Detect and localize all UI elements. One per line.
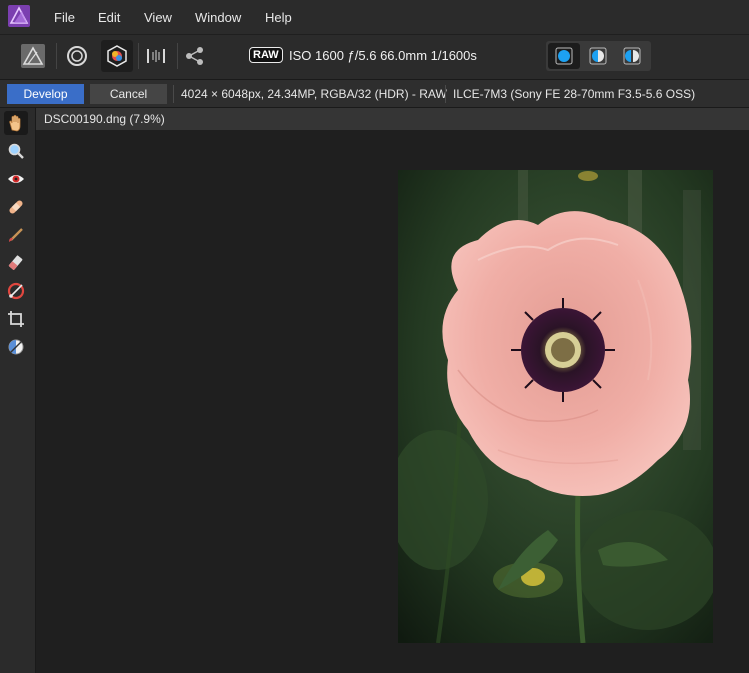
affinity-photo-logo-icon[interactable] [8,5,30,27]
persona-liquify-icon[interactable] [61,40,93,72]
view-mode-group [546,41,651,71]
persona-photo-icon[interactable] [17,40,49,72]
crop-tool-icon[interactable] [4,307,28,331]
develop-button[interactable]: Develop [7,84,84,104]
mirror-view-icon[interactable] [616,43,648,69]
view-tool-icon[interactable] [4,111,28,135]
single-view-icon[interactable] [548,43,580,69]
zoom-tool-icon[interactable] [4,139,28,163]
menu-window[interactable]: Window [195,10,241,25]
document-tab[interactable]: DSC00190.dng (7.9%) [36,108,749,130]
overlay-paint-tool-icon[interactable] [4,223,28,247]
context-toolbar: Develop Cancel 4024 × 6048px, 24.34MP, R… [0,79,749,108]
photo-poppy[interactable] [398,170,713,643]
blemish-removal-tool-icon[interactable] [4,195,28,219]
menu-file[interactable]: File [54,10,75,25]
camera-info: ILCE-7M3 (Sony FE 28-70mm F3.5-5.6 OSS) [453,87,696,101]
tools-panel [0,108,36,673]
persona-tonemap-icon[interactable] [140,40,172,72]
red-eye-tool-icon[interactable] [4,167,28,191]
persona-export-icon[interactable] [179,40,211,72]
exif-info: ISO 1600 ƒ/5.6 66.0mm 1/1600s [289,48,477,63]
split-view-icon[interactable] [582,43,614,69]
white-balance-tool-icon[interactable] [4,335,28,359]
overlay-gradient-tool-icon[interactable] [4,279,28,303]
menu-edit[interactable]: Edit [98,10,120,25]
cancel-button[interactable]: Cancel [90,84,167,104]
menu-view[interactable]: View [144,10,172,25]
image-info: 4024 × 6048px, 24.34MP, RGBA/32 (HDR) - … [181,87,447,101]
menu-help[interactable]: Help [265,10,292,25]
canvas[interactable] [36,130,749,673]
document-tab-title: DSC00190.dng (7.9%) [44,112,165,126]
overlay-erase-tool-icon[interactable] [4,251,28,275]
menu-bar: File Edit View Window Help [0,0,749,34]
raw-badge: RAW [249,47,283,63]
persona-develop-icon[interactable] [101,40,133,72]
